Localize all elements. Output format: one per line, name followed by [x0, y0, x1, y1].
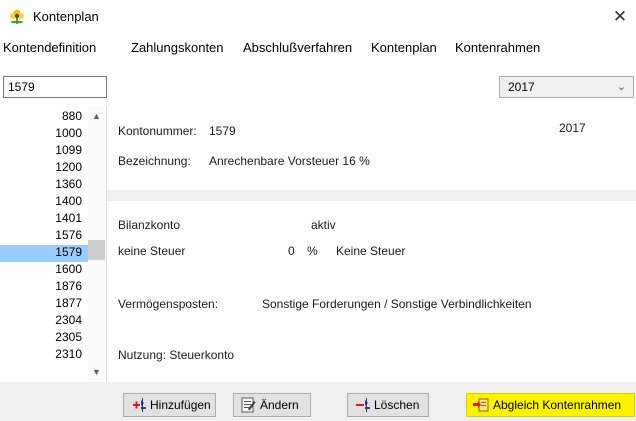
- vermoegen-value: Sonstige Forderungen / Sonstige Verbindl…: [262, 297, 532, 311]
- close-icon[interactable]: ✕: [608, 5, 632, 29]
- list-item-selected[interactable]: 1579: [0, 245, 88, 262]
- list-item[interactable]: 1600: [0, 262, 88, 279]
- menu-kontendefinition[interactable]: Kontendefinition: [3, 40, 96, 55]
- scroll-down-icon[interactable]: ▼: [88, 364, 105, 381]
- account-list[interactable]: 880 1000 1099 1200 1360 1400 1401 1576 1…: [0, 106, 107, 382]
- steuer-label: keine Steuer: [118, 244, 186, 258]
- vermoegen-label: Vermögensposten:: [118, 297, 219, 311]
- add-button-label: Hinzufügen: [150, 398, 211, 412]
- chevron-down-icon: ⌄: [616, 81, 626, 93]
- list-item[interactable]: 1400: [0, 194, 88, 211]
- scroll-thumb[interactable]: [88, 240, 105, 260]
- steuer-text: Keine Steuer: [336, 244, 406, 258]
- status-text: aktiv: [311, 218, 336, 232]
- list-item[interactable]: 2305: [0, 330, 88, 347]
- menu-kontenrahmen[interactable]: Kontenrahmen: [455, 40, 540, 55]
- list-item[interactable]: 1099: [0, 143, 88, 160]
- edit-icon: [241, 397, 256, 413]
- list-item[interactable]: 1200: [0, 160, 88, 177]
- kontonummer-label: Kontonummer:: [118, 124, 197, 138]
- kontoart-text: Bilanzkonto: [118, 218, 181, 232]
- delete-icon: [356, 398, 370, 412]
- list-item[interactable]: 1360: [0, 177, 88, 194]
- edit-button-label: Ändern: [260, 398, 299, 412]
- nutzung-text: Nutzung: Steuerkonto: [118, 348, 235, 362]
- account-details-panel: Bilanzkonto aktiv keine Steuer 0 % Keine…: [107, 201, 636, 382]
- account-search-input[interactable]: [3, 76, 107, 98]
- bezeichnung-label: Bezeichnung:: [118, 154, 191, 168]
- delete-button[interactable]: Löschen: [347, 393, 429, 417]
- list-item[interactable]: 1401: [0, 211, 88, 228]
- sync-icon: [473, 398, 489, 412]
- account-header-panel: Kontonummer: 1579 2017 Bezeichnung: Anre…: [107, 106, 636, 190]
- kontonummer-value: 1579: [209, 124, 236, 138]
- list-item[interactable]: 880: [0, 109, 88, 126]
- edit-button[interactable]: Ändern: [233, 393, 311, 417]
- window-title: Kontenplan: [33, 9, 99, 24]
- list-item[interactable]: 1000: [0, 126, 88, 143]
- sync-chart-of-accounts-button[interactable]: Abgleich Kontenrahmen: [466, 393, 635, 417]
- list-scrollbar[interactable]: ▲ ▼: [88, 106, 105, 382]
- scroll-up-icon[interactable]: ▲: [88, 108, 105, 125]
- menu-kontenplan[interactable]: Kontenplan: [371, 40, 437, 55]
- list-item[interactable]: 1576: [0, 228, 88, 245]
- list-item[interactable]: 2310: [0, 347, 88, 364]
- list-item[interactable]: 1876: [0, 279, 88, 296]
- steuer-satz: 0: [288, 244, 295, 258]
- account-year: 2017: [559, 121, 586, 135]
- add-button[interactable]: Hinzufügen: [123, 393, 216, 417]
- app-logo-icon: [10, 9, 24, 24]
- sync-button-label: Abgleich Kontenrahmen: [493, 398, 622, 412]
- menu-zahlungskonten[interactable]: Zahlungskonten: [131, 40, 224, 55]
- delete-button-label: Löschen: [374, 398, 420, 412]
- list-item[interactable]: 2304: [0, 313, 88, 330]
- steuer-prozent: %: [307, 244, 318, 258]
- title-bar: Kontenplan ✕: [0, 0, 636, 34]
- bezeichnung-value: Anrechenbare Vorsteuer 16 %: [209, 154, 370, 168]
- button-bar: Hinzufügen Ändern Löschen Abgleich Konte…: [0, 382, 636, 421]
- section-divider: [107, 190, 636, 201]
- add-icon: [133, 398, 146, 412]
- year-select-value: 2017: [508, 80, 535, 94]
- year-select[interactable]: 2017 ⌄: [499, 76, 634, 98]
- menu-abschlussverfahren[interactable]: Abschlußverfahren: [243, 40, 352, 55]
- list-item[interactable]: 1877: [0, 296, 88, 313]
